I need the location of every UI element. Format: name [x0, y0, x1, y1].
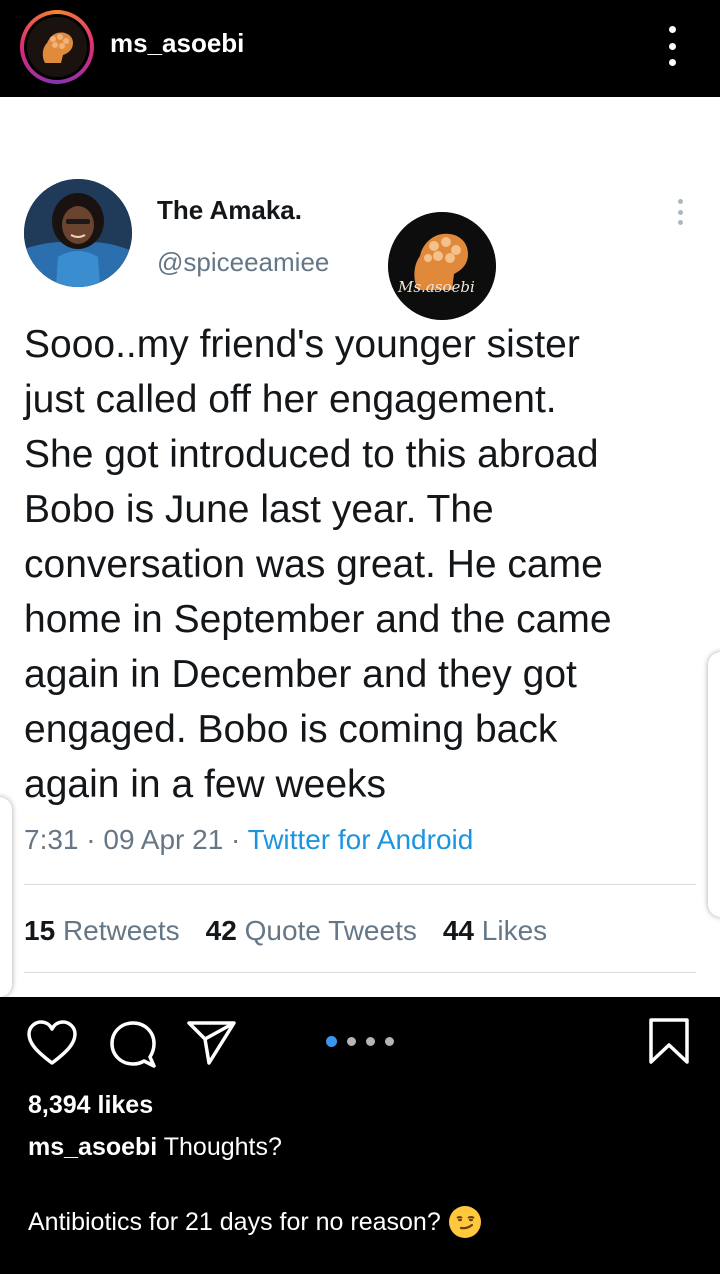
likes-count[interactable]: 8,394 likes — [28, 1091, 153, 1120]
tweet-handle: @spiceeamiee — [157, 247, 330, 277]
tweet-more-icon — [674, 199, 686, 225]
tweet-quote-tweets: 42 Quote Tweets — [205, 915, 417, 946]
tweet-text: Sooo..my friend's younger sister just ca… — [24, 323, 612, 806]
carousel-dot — [385, 1037, 394, 1046]
tweet-likes: 44 Likes — [442, 915, 548, 946]
caption: ms_asoebi Thoughts? — [28, 1133, 282, 1162]
carousel-indicator — [326, 1036, 394, 1047]
carousel-dot — [366, 1037, 375, 1046]
prev-image-edge — [0, 797, 12, 997]
caption-line-2-text: Antibiotics for 21 days for no reason? — [28, 1207, 441, 1236]
heart-icon[interactable] — [26, 1019, 78, 1072]
caption-text: Thoughts? — [163, 1133, 282, 1161]
caption-username[interactable]: ms_asoebi — [28, 1133, 157, 1161]
next-image-edge — [708, 652, 720, 917]
tweet-time: 7:31 — [24, 824, 79, 855]
tweet-source: Twitter for Android — [247, 824, 474, 855]
carousel-dot — [347, 1037, 356, 1046]
post-image[interactable]: The Amaka. @spiceeamiee Ms.asoebi Sooo..… — [0, 97, 720, 997]
profile-avatar[interactable] — [20, 10, 94, 84]
tweet-stats: 15 Retweets 42 Quote Tweets 44 Likes — [24, 915, 547, 947]
brand-logo-icon — [27, 17, 87, 77]
caption-line-2: Antibiotics for 21 days for no reason? — [28, 1206, 481, 1238]
tweet-meta: 7:31 · 09 Apr 21 · Twitter for Android — [24, 824, 474, 855]
svg-text:Ms.asoebi: Ms.asoebi — [397, 278, 475, 296]
post-header: ms_asoebi — [0, 0, 720, 97]
more-options-icon[interactable] — [658, 26, 686, 66]
bookmark-icon[interactable] — [648, 1017, 690, 1070]
tweet-date: 09 Apr 21 — [103, 824, 224, 855]
tweet-author-avatar — [24, 179, 132, 287]
watermark-logo: Ms.asoebi — [388, 212, 496, 320]
share-icon[interactable] — [186, 1019, 238, 1072]
tweet-display-name: The Amaka. — [157, 195, 302, 225]
tweet-divider-bottom — [24, 972, 696, 973]
header-username[interactable]: ms_asoebi — [110, 28, 244, 59]
smirking-face-emoji-icon — [448, 1206, 481, 1238]
comment-icon[interactable] — [108, 1019, 158, 1074]
carousel-dot-active — [326, 1036, 337, 1047]
tweet-divider-top — [24, 884, 696, 885]
tweet-retweets: 15 Retweets — [24, 915, 180, 946]
